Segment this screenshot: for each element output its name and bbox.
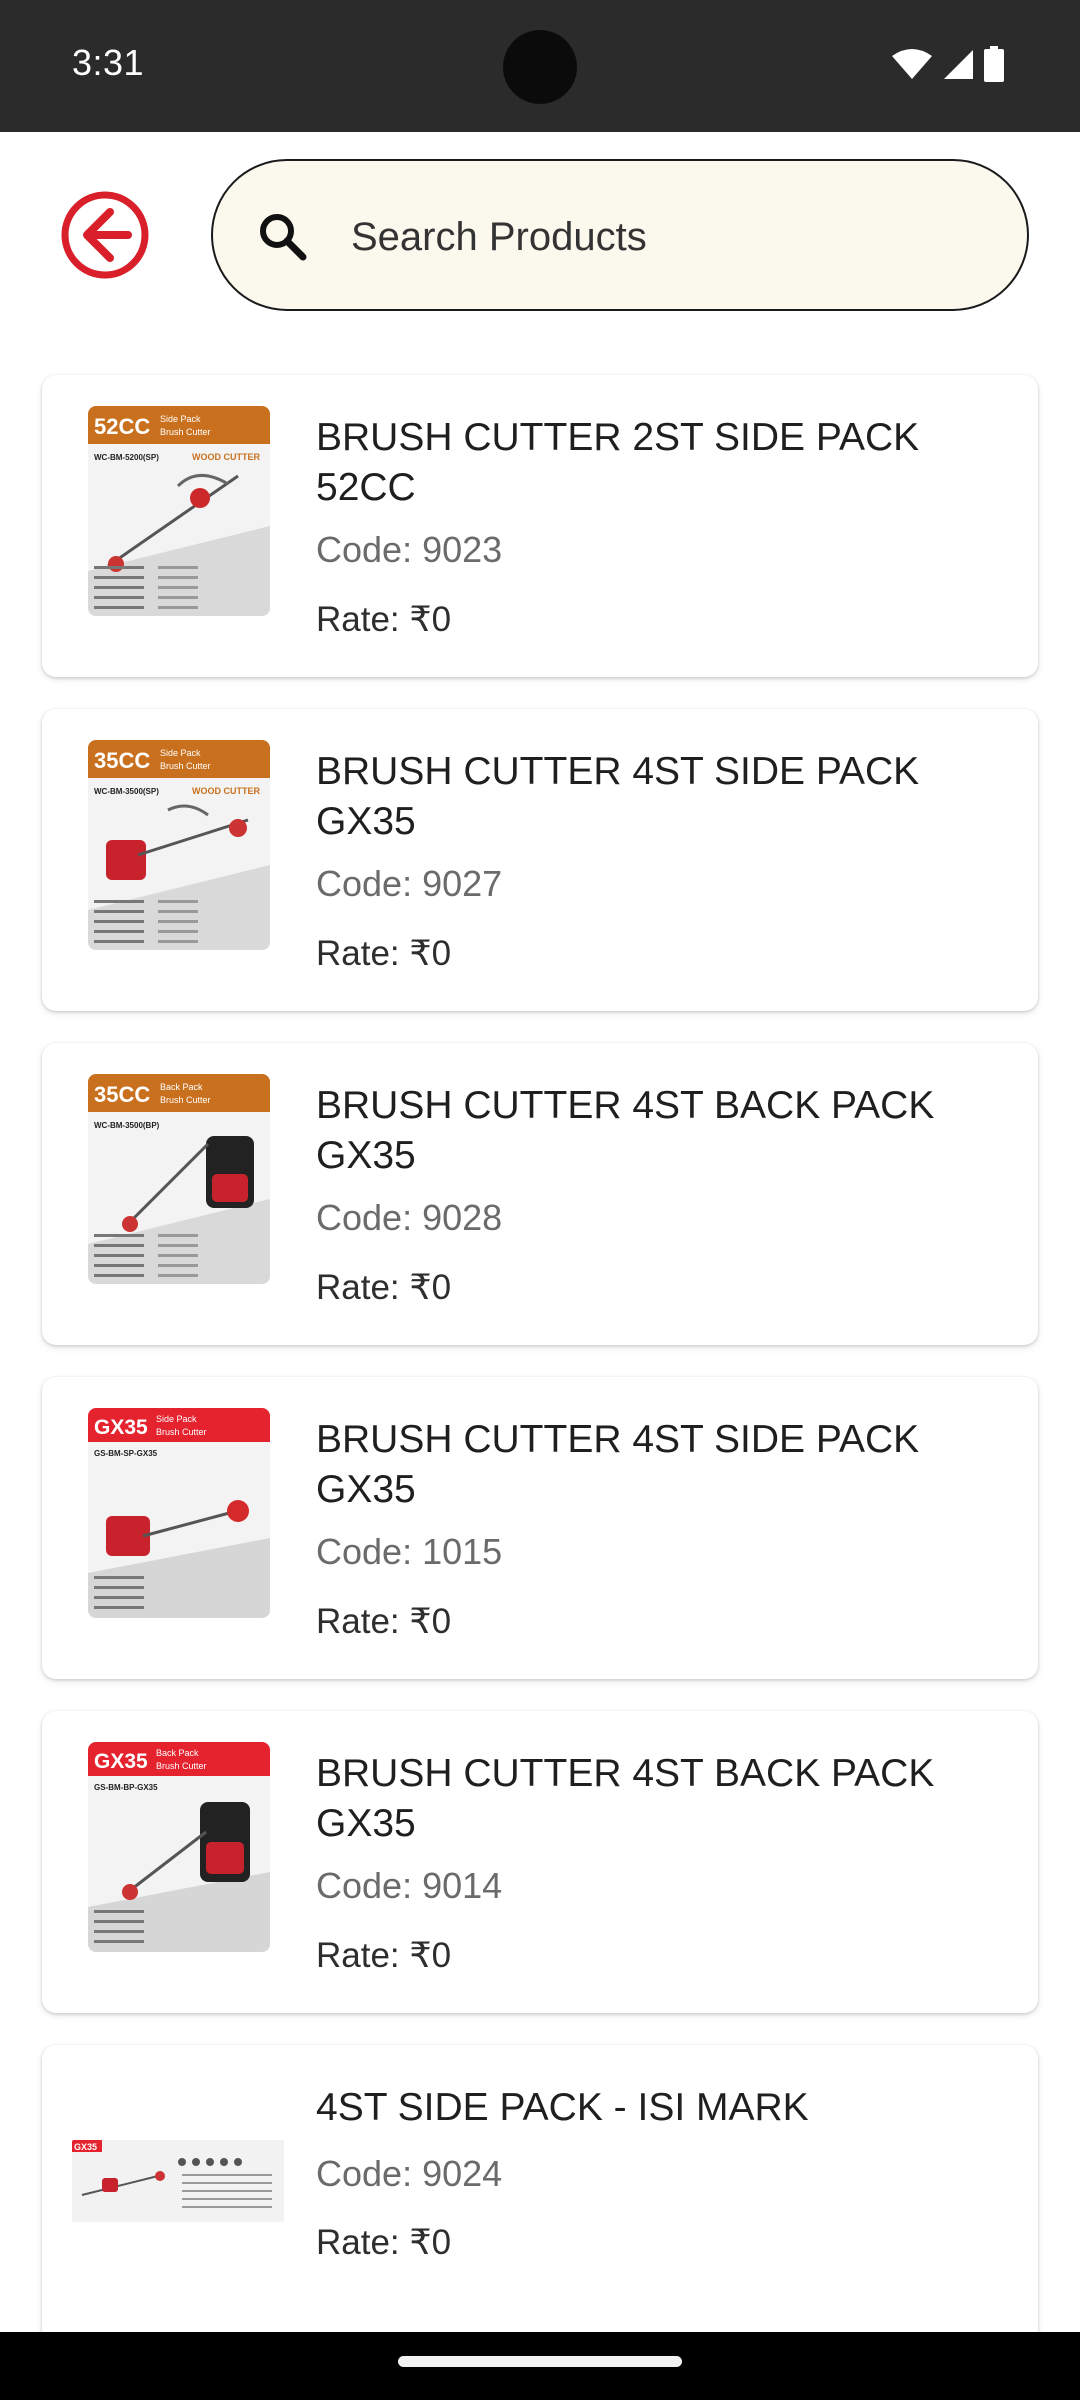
status-icons: [892, 46, 1004, 87]
navigation-bar: [0, 2332, 1080, 2400]
product-card[interactable]: 52CC Side Pack Brush Cutter WC-BM-5200(S…: [42, 375, 1038, 677]
product-title: BRUSH CUTTER 2ST SIDE PACK 52CC: [316, 416, 920, 509]
status-bar: 3:31: [0, 0, 1080, 132]
product-code: Code: 9024: [316, 2153, 503, 2194]
thumbnail-badge: 35CC: [94, 1082, 150, 1107]
product-rate: Rate: ₹0: [316, 1936, 452, 1975]
product-thumbnail: GX35: [72, 2140, 284, 2222]
status-time: 3:31: [72, 42, 145, 83]
search-icon: [257, 211, 309, 263]
wifi-icon: [892, 48, 932, 85]
thumbnail-model: WC-BM-3500(SP): [94, 787, 159, 796]
product-code: Code: 1015: [316, 1531, 503, 1572]
product-card[interactable]: 35CC Side Pack Brush Cutter WC-BM-3500(S…: [42, 709, 1038, 1011]
product-rate: Rate: ₹0: [316, 600, 452, 639]
product-rate: Rate: ₹0: [316, 1268, 452, 1307]
thumbnail-subtitle: Side Pack: [156, 1414, 197, 1424]
thumbnail-subtitle: Back Pack: [160, 1082, 203, 1092]
product-code: Code: 9027: [316, 863, 503, 904]
thumbnail-model: GS-BM-SP-GX35: [94, 1449, 158, 1458]
product-rate: Rate: ₹0: [316, 2223, 452, 2262]
thumbnail-brand: WOOD CUTTER: [192, 452, 260, 462]
arrow-left-icon: [61, 191, 149, 279]
product-rate: Rate: ₹0: [316, 1602, 452, 1641]
thumbnail-subtitle: Brush Cutter: [160, 427, 211, 437]
thumbnail-model: WC-BM-3500(BP): [94, 1121, 160, 1130]
product-thumbnail: GX35 Back Pack Brush Cutter GS-BM-BP-GX3…: [88, 1742, 270, 1952]
product-title: BRUSH CUTTER 4ST SIDE PACK GX35: [316, 1418, 920, 1511]
thumbnail-badge: GX35: [74, 2142, 97, 2152]
product-code: Code: 9028: [316, 1197, 503, 1238]
thumbnail-subtitle: Brush Cutter: [156, 1427, 207, 1437]
product-list: 52CC Side Pack Brush Cutter WC-BM-5200(S…: [42, 375, 1038, 2379]
camera-cutout: [503, 30, 577, 104]
thumbnail-badge: GX35: [94, 1750, 148, 1773]
thumbnail-badge: 52CC: [94, 414, 150, 439]
product-card[interactable]: 35CC Back Pack Brush Cutter WC-BM-3500(B…: [42, 1043, 1038, 1345]
thumbnail-subtitle: Back Pack: [156, 1748, 199, 1758]
thumbnail-model: GS-BM-BP-GX35: [94, 1783, 158, 1792]
cellular-signal-icon: [942, 48, 974, 85]
product-thumbnail: 35CC Side Pack Brush Cutter WC-BM-3500(S…: [88, 740, 270, 950]
search-bar[interactable]: [211, 159, 1029, 311]
product-title: 4ST SIDE PACK - ISI MARK: [316, 2086, 809, 2129]
back-button[interactable]: [60, 190, 150, 280]
product-title: BRUSH CUTTER 4ST BACK PACK GX35: [316, 1752, 935, 1845]
thumbnail-subtitle: Side Pack: [160, 414, 201, 424]
product-thumbnail: 35CC Back Pack Brush Cutter WC-BM-3500(B…: [88, 1074, 270, 1284]
thumbnail-subtitle: Brush Cutter: [160, 761, 211, 771]
product-thumbnail: GX35 Side Pack Brush Cutter GS-BM-SP-GX3…: [88, 1408, 270, 1618]
thumbnail-subtitle: Side Pack: [160, 748, 201, 758]
product-card[interactable]: GX35 Back Pack Brush Cutter GS-BM-BP-GX3…: [42, 1711, 1038, 2013]
product-card[interactable]: GX35 4ST SIDE PACK - ISI MARK Code: 9024…: [42, 2045, 1038, 2347]
product-code: Code: 9023: [316, 529, 503, 570]
home-gesture-handle[interactable]: [398, 2356, 682, 2367]
product-list-screen: 52CC Side Pack Brush Cutter WC-BM-5200(S…: [0, 132, 1080, 2347]
thumbnail-model: WC-BM-5200(SP): [94, 453, 159, 462]
product-title: BRUSH CUTTER 4ST SIDE PACK GX35: [316, 750, 920, 843]
thumbnail-subtitle: Brush Cutter: [160, 1095, 211, 1105]
battery-icon: [984, 46, 1004, 87]
search-input[interactable]: [351, 199, 971, 275]
product-rate: Rate: ₹0: [316, 934, 452, 973]
product-title: BRUSH CUTTER 4ST BACK PACK GX35: [316, 1084, 935, 1177]
thumbnail-badge: GX35: [94, 1416, 148, 1439]
thumbnail-badge: 35CC: [94, 748, 150, 773]
product-card[interactable]: GX35 Side Pack Brush Cutter GS-BM-SP-GX3…: [42, 1377, 1038, 1679]
thumbnail-brand: WOOD CUTTER: [192, 786, 260, 796]
product-code: Code: 9014: [316, 1865, 503, 1906]
thumbnail-subtitle: Brush Cutter: [156, 1761, 207, 1771]
product-thumbnail: 52CC Side Pack Brush Cutter WC-BM-5200(S…: [88, 406, 270, 616]
